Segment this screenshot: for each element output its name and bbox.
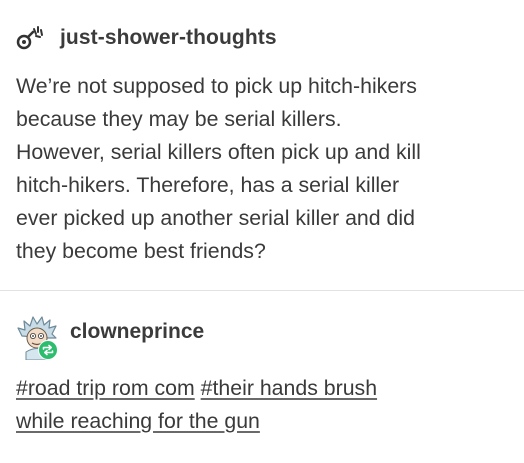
shower-head-icon[interactable] [16, 25, 46, 51]
post-body-line: ever picked up another serial killer and… [16, 206, 415, 230]
tags-line: while reaching for the gun [16, 405, 496, 438]
original-post-header: just-shower-thoughts [16, 22, 277, 54]
post-body-line: However, serial killers often pick up an… [16, 140, 421, 164]
tag-their-hands-brush-continued[interactable]: while reaching for the gun [16, 409, 260, 433]
tags: #road trip rom com #their hands brush wh… [16, 372, 496, 438]
reblog-username[interactable]: clowneprince [70, 320, 204, 344]
post-body-line: they become best friends? [16, 239, 266, 263]
original-post-username[interactable]: just-shower-thoughts [60, 26, 277, 50]
tags-line: #road trip rom com #their hands brush [16, 372, 496, 405]
divider [0, 290, 524, 291]
tag-their-hands-brush[interactable]: #their hands brush [201, 376, 377, 400]
post-body-line: We’re not supposed to pick up hitch-hike… [16, 74, 417, 98]
rick-avatar-icon[interactable] [16, 316, 60, 361]
post-body: We’re not supposed to pick up hitch-hike… [16, 70, 516, 268]
reblog-icon [38, 340, 58, 360]
reblog-header: clowneprince [16, 316, 204, 361]
post-body-line: hitch-hikers. Therefore, has a serial ki… [16, 173, 400, 197]
tag-road-trip-rom-com[interactable]: #road trip rom com [16, 376, 195, 400]
post-body-line: because they may be serial killers. [16, 107, 342, 131]
